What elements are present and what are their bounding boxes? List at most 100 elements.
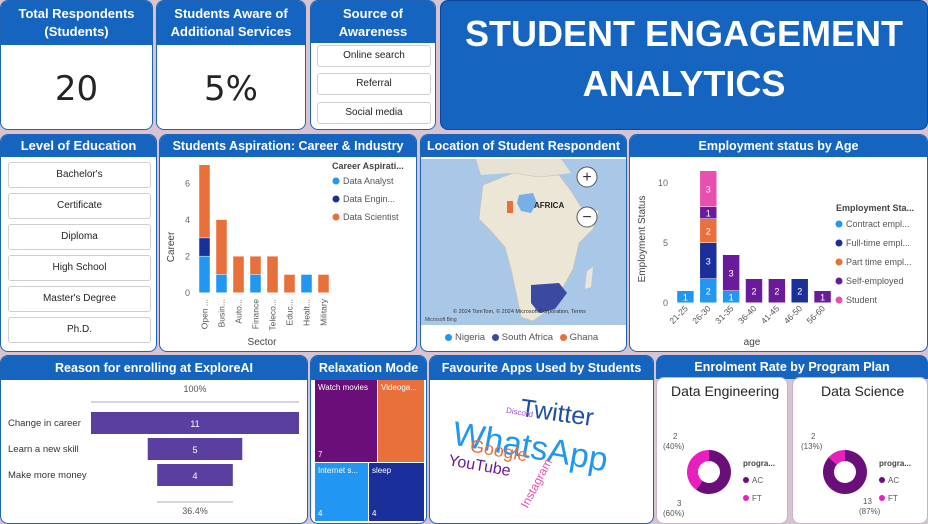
legend-dot-data-analyst — [332, 177, 340, 185]
location-map[interactable]: AFRICA + − Microsoft Bing © 2024 TomTom,… — [421, 159, 626, 325]
legend-dot-south-africa — [491, 333, 499, 341]
tile-watch-movies-label: Watch movies — [318, 383, 368, 392]
education-item-diploma[interactable]: Diploma — [8, 224, 151, 250]
bar-value-label: 3 — [706, 185, 711, 195]
enrolment-card: Enrolment Rate by Program Plan Data Engi… — [656, 355, 928, 524]
reason-title: Reason for enrolling at ExploreAI — [1, 356, 307, 380]
employment-legend-full-time[interactable]: Full-time empl... — [846, 238, 910, 248]
donut-de-ft-count: 2 — [673, 432, 678, 441]
bar-data-scientist-finance[interactable] — [250, 256, 261, 275]
bar-data-analyst-finance[interactable] — [250, 274, 261, 293]
bar-value-label: 1 — [729, 293, 734, 303]
map-label-africa: AFRICA — [534, 201, 564, 210]
source-slicer-card: Source of Awareness Online search Referr… — [310, 0, 436, 130]
tile-watch-movies[interactable]: Watch movies 7 — [315, 380, 377, 462]
bar-data-scientist-military[interactable] — [318, 274, 329, 293]
aspiration-legend-data-analyst[interactable]: Data Analyst — [343, 176, 394, 186]
legend-nigeria[interactable]: Nigeria — [455, 332, 485, 343]
source-item-online-search[interactable]: Online search — [317, 45, 431, 67]
tile-internet-value: 4 — [318, 509, 323, 518]
map-brand: Microsoft Bing — [425, 317, 457, 323]
employment-ylabel: Employment Status — [637, 196, 648, 283]
aspiration-chart-card: Students Aspiration: Career & Industry C… — [159, 134, 417, 352]
tile-internet-surfing[interactable]: Internet s... 4 — [315, 463, 368, 521]
donut-title-data-engineering: Data Engineering — [671, 383, 780, 399]
bar-data-analyst-healt[interactable] — [301, 274, 312, 293]
donut-de-ac-pct: (60%) — [663, 509, 685, 518]
donut-ds-ft-count: 2 — [811, 432, 816, 441]
legend-dot-ghana — [559, 333, 567, 341]
tile-watch-movies-value: 7 — [318, 450, 323, 459]
relaxation-treemap-card: Relaxation Mode Watch movies 7 Videoga..… — [310, 355, 427, 524]
education-item-phd[interactable]: Ph.D. — [8, 317, 151, 343]
aspiration-chart[interactable]: Career Sector Career Aspirati... Data An… — [160, 157, 416, 351]
employment-chart[interactable]: Employment Status age Employment Sta... … — [630, 157, 927, 351]
apps-wordcloud[interactable]: Twitter WhatsApp Google YouTube Instagra… — [430, 380, 653, 523]
legend-dot-ac-ds — [879, 477, 885, 483]
tile-sleep-value: 4 — [372, 509, 377, 518]
x-tick-label: Military — [319, 298, 329, 326]
bar-data-scientist-educ[interactable] — [284, 274, 295, 293]
tile-sleep-label: sleep — [372, 466, 392, 475]
bar-data-scientist-busin[interactable] — [216, 219, 227, 275]
kpi-aware-card: Students Aware of Additional Services 5% — [156, 0, 306, 130]
education-item-masters[interactable]: Master's Degree — [8, 286, 151, 312]
donut-de-legend-ac[interactable]: AC — [752, 476, 763, 485]
x-tick-label: 31-35 — [713, 303, 736, 326]
education-item-high-school[interactable]: High School — [8, 255, 151, 281]
bar-data-scientist-teleco[interactable] — [267, 256, 278, 293]
donut-ds-ac-count: 13 — [863, 497, 872, 506]
aspiration-title: Students Aspiration: Career & Industry — [160, 135, 416, 157]
location-map-card: Location of Student Respondent AFRICA + … — [420, 134, 627, 352]
employment-legend-student[interactable]: Student — [846, 295, 878, 305]
education-item-certificate[interactable]: Certificate — [8, 193, 151, 219]
location-legend: Nigeria South Africa Ghana — [445, 332, 598, 343]
donut-ds-ac-pct: (87%) — [859, 507, 881, 516]
donut-ds-legend-ft[interactable]: FT — [888, 494, 898, 503]
tile-sleep[interactable]: sleep 4 — [369, 463, 424, 521]
tile-videogames[interactable]: Videoga... — [378, 380, 424, 462]
employment-legend-part-time[interactable]: Part time empl... — [846, 257, 912, 267]
banner-line-1: STUDENT ENGAGEMENT — [464, 13, 903, 54]
employment-legend-self-employed[interactable]: Self-employed — [846, 276, 904, 286]
x-tick-label: Healt... — [302, 299, 312, 326]
aspiration-legend-title: Career Aspirati... — [332, 161, 404, 171]
legend-dot-data-engineer — [332, 195, 340, 203]
bar-data-engin-open[interactable] — [199, 238, 210, 256]
reason-funnel-chart[interactable]: 100% 36.4% 11 Change in career 5 Learn a ne… — [1, 380, 307, 523]
donut-data-science[interactable]: 2 (13%) 13 (87%) progra... AC FT — [793, 406, 927, 524]
enrolment-title: Enrolment Rate by Program Plan — [656, 355, 928, 379]
legend-dot-self-employed — [835, 277, 843, 285]
legend-ghana[interactable]: Ghana — [570, 332, 599, 343]
bar-value-label: 2 — [797, 287, 802, 297]
donut-ds-legend-ac[interactable]: AC — [888, 476, 899, 485]
bar-value-label: 2 — [706, 287, 711, 297]
bar-data-analyst-busin[interactable] — [216, 274, 227, 293]
relaxation-title: Relaxation Mode — [311, 356, 426, 380]
reason-chart-card: Reason for enrolling at ExploreAI 100% 3… — [0, 355, 308, 524]
kpi-total-respondents-card: Total Respondents (Students) 20 — [0, 0, 153, 130]
legend-south-africa[interactable]: South Africa — [502, 332, 553, 343]
x-tick-label: 21-25 — [667, 303, 690, 326]
source-item-social-media[interactable]: Social media — [317, 102, 431, 124]
education-item-bachelors[interactable]: Bachelor's — [8, 162, 151, 188]
aspiration-legend-data-scientist[interactable]: Data Scientist — [343, 212, 399, 222]
education-title: Level of Education — [1, 135, 156, 157]
legend-dot-student — [835, 296, 843, 304]
source-item-referral[interactable]: Referral — [317, 73, 431, 95]
kpi-total-title: Total Respondents (Students) — [1, 1, 152, 45]
funnel-value-label: 11 — [190, 419, 199, 429]
donut-de-legend-ft[interactable]: FT — [752, 494, 762, 503]
apps-wordcloud-card: Favourite Apps Used by Students Twitter … — [429, 355, 654, 524]
aspiration-legend-data-engineer[interactable]: Data Engin... — [343, 194, 395, 204]
map-attribution: © 2024 TomTom, © 2024 Microsoft Corporat… — [453, 308, 586, 315]
reason-top-pct: 100% — [183, 384, 206, 394]
donut-data-engineering[interactable]: 2 (40%) 3 (60%) progra... AC FT — [657, 406, 787, 524]
bar-data-scientist-open[interactable] — [199, 165, 210, 238]
bar-data-scientist-auto[interactable] — [233, 256, 244, 293]
funnel-value-label: 5 — [192, 445, 197, 455]
employment-legend-contract[interactable]: Contract empl... — [846, 219, 910, 229]
bar-data-analyst-open[interactable] — [199, 256, 210, 293]
x-tick-label: 26-30 — [690, 303, 713, 326]
funnel-category-label: Learn a new skill — [8, 444, 79, 455]
